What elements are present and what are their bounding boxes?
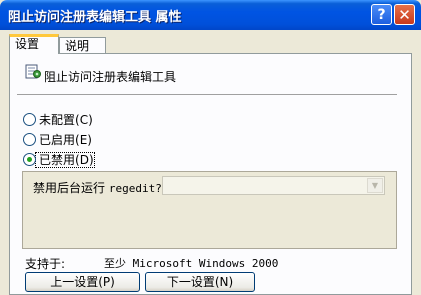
- policy-title: 阻止访问注册表编辑工具: [44, 70, 177, 84]
- radio-disabled[interactable]: 已禁用(D): [23, 151, 95, 168]
- window-title: 阻止访问注册表编辑工具 属性: [8, 10, 182, 25]
- option-command: regedit?: [108, 182, 162, 195]
- radio-circle[interactable]: [23, 133, 36, 146]
- radio-mnemonic: (D): [75, 153, 94, 167]
- tab-settings[interactable]: 设置: [9, 34, 59, 54]
- help-button[interactable]: ?: [371, 4, 392, 25]
- radio-circle[interactable]: [23, 113, 36, 126]
- option-label: 禁用后台运行 regedit?: [33, 179, 162, 196]
- next-setting-button[interactable]: 下一设置(N): [145, 272, 255, 292]
- supported-value: 至少 Microsoft Windows 2000: [104, 257, 279, 270]
- properties-dialog: 阻止访问注册表编辑工具 属性 ? ✕ 设置 说明 阻止访问注册表编辑工具 未配置…: [0, 0, 421, 295]
- supported-label: 支持于:: [25, 257, 66, 271]
- radio-mnemonic: (C): [75, 113, 93, 127]
- option-label-text: 禁用后台运行: [33, 181, 106, 195]
- policy-setting-icon: [25, 64, 41, 79]
- radio-not-configured[interactable]: 未配置(C): [23, 111, 93, 127]
- option-combobox[interactable]: ▼: [162, 176, 385, 195]
- radio-circle-checked[interactable]: [23, 153, 36, 166]
- separator: [17, 94, 397, 95]
- previous-setting-button[interactable]: 上一设置(P): [25, 272, 140, 292]
- tab-explain[interactable]: 说明: [59, 37, 106, 54]
- radio-label: 未配置: [39, 113, 76, 127]
- radio-label: 已禁用: [39, 153, 76, 167]
- chevron-down-icon[interactable]: ▼: [367, 178, 383, 193]
- radio-mnemonic: (E): [75, 133, 92, 147]
- radio-label: 已启用: [39, 133, 76, 147]
- radio-enabled[interactable]: 已启用(E): [23, 131, 92, 147]
- title-bar[interactable]: 阻止访问注册表编辑工具 属性 ? ✕: [0, 0, 421, 30]
- close-button[interactable]: ✕: [394, 4, 415, 25]
